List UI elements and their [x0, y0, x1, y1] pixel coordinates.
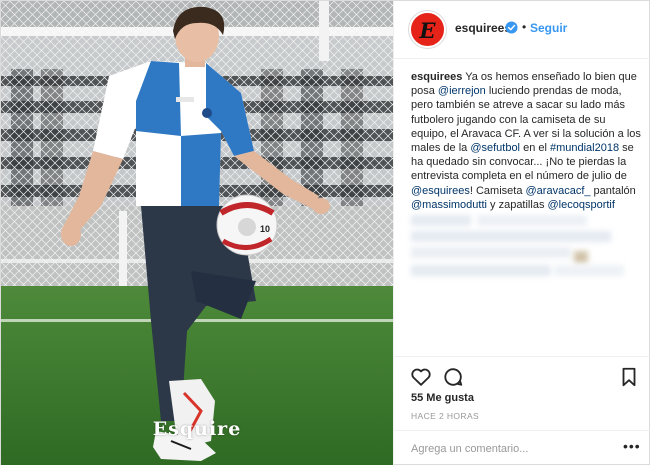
caption-link[interactable]: @aravacacf_: [526, 185, 591, 197]
profile-avatar[interactable]: E: [409, 11, 446, 48]
caption-link[interactable]: @lecoqsportif: [548, 199, 615, 211]
caption-link[interactable]: @massimodutti: [411, 199, 487, 211]
comment-bar: •••: [394, 430, 650, 465]
post-caption: esquirees Ya os hemos enseñado lo bien q…: [411, 70, 643, 212]
post-header: E esquirees • Seguir: [394, 1, 650, 59]
bookmark-icon[interactable]: [618, 366, 640, 388]
blurred-comment-block: [411, 265, 551, 276]
post-photo[interactable]: 10 Esquire: [1, 1, 393, 465]
comment-bubble-icon[interactable]: [442, 366, 464, 388]
blurred-comment-block: [554, 265, 624, 276]
separator-dot: •: [522, 20, 527, 34]
likes-count[interactable]: 55 Me gusta: [411, 392, 474, 404]
caption-link[interactable]: @ierrejon: [438, 85, 486, 97]
blurred-comment-block: [411, 247, 571, 258]
post-side-panel: E esquirees • Seguir esquirees Ya os hem…: [393, 1, 650, 465]
username-link[interactable]: esquirees: [455, 21, 511, 35]
follow-button[interactable]: Seguir: [530, 21, 567, 35]
caption-segment: en el: [520, 142, 550, 155]
caption-link[interactable]: @sefutbol: [470, 142, 520, 154]
photo-illustration: [1, 1, 393, 465]
blurred-comment-block: [574, 251, 588, 263]
caption-link[interactable]: @esquirees: [411, 185, 470, 197]
verified-badge-icon: [505, 21, 518, 34]
caption-link[interactable]: #mundial2018: [550, 142, 619, 154]
avatar-logo: E: [419, 18, 436, 43]
blurred-comment-block: [411, 215, 471, 226]
comment-input[interactable]: [411, 440, 611, 458]
action-bar: [394, 356, 650, 396]
caption-segment: ! Camiseta: [469, 184, 526, 197]
esquire-watermark: Esquire: [152, 418, 242, 440]
caption-segment: y zapatillas: [486, 198, 548, 211]
more-options-button[interactable]: •••: [623, 438, 641, 454]
post-frame: 10 Esquire E esquirees • Seguir esquiree…: [0, 0, 650, 465]
caption-text: Ya os hemos enseñado lo bien que posa @i…: [411, 71, 641, 211]
caption-segment: pantalón: [590, 184, 636, 197]
blurred-comment-block: [477, 215, 587, 226]
ball-number: 10: [260, 224, 271, 234]
blurred-comment-block: [411, 231, 611, 242]
heart-icon[interactable]: [410, 366, 432, 388]
post-timestamp[interactable]: HACE 2 HORAS: [411, 411, 479, 421]
caption-author[interactable]: esquirees: [411, 71, 462, 83]
